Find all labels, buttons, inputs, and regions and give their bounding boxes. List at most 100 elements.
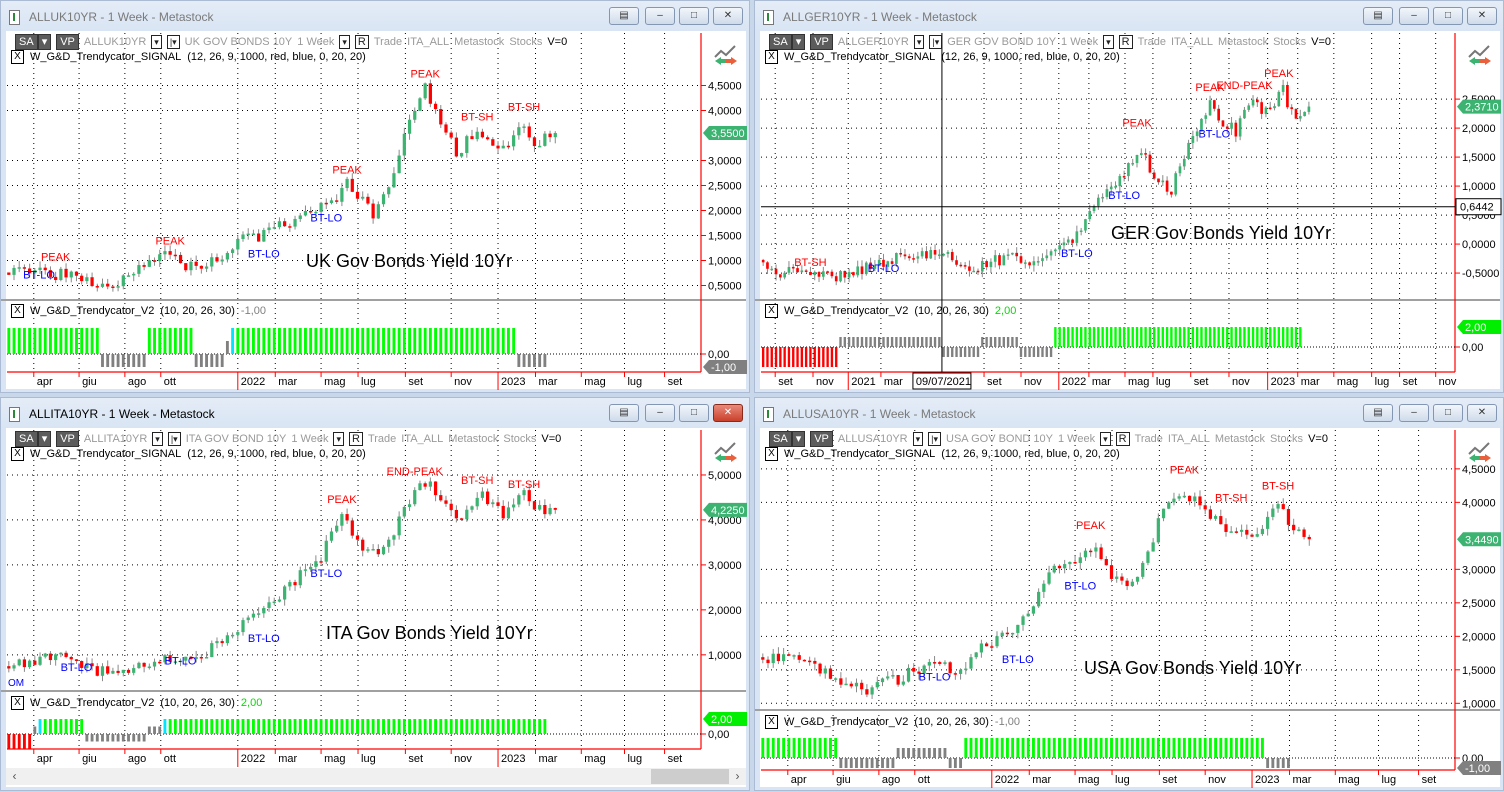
trend-bar [865, 337, 868, 347]
scroll-right-icon[interactable]: › [729, 768, 746, 785]
period-label[interactable]: 1 Week [297, 36, 334, 48]
trend-bar [38, 328, 42, 354]
bar-dropdown-icon[interactable]: |▾ [928, 432, 942, 446]
candle-body [1002, 255, 1006, 266]
trend-bar [17, 328, 21, 354]
candle-body [1219, 516, 1223, 525]
chart-type-icon[interactable] [1467, 440, 1493, 462]
trend-bar [267, 719, 271, 734]
trend-bar [361, 719, 365, 734]
r-dropdown-button[interactable]: R [348, 432, 363, 446]
sa-button[interactable]: SA [15, 431, 38, 447]
scroll-left-icon[interactable]: ‹ [6, 768, 23, 785]
bar-dropdown-icon[interactable]: |▾ [166, 35, 180, 49]
vp-button[interactable]: VP [56, 431, 79, 447]
trend-bar [189, 328, 193, 354]
period-dropdown-icon[interactable]: ▾ [1103, 35, 1114, 49]
period-label[interactable]: 1 Week [1058, 433, 1095, 445]
period-label[interactable]: 1 Week [291, 433, 328, 445]
candle-body [860, 682, 864, 690]
symbol-label[interactable]: ALLUSA10YR [838, 433, 908, 445]
sa-button[interactable]: SA [15, 34, 38, 50]
candle-body [158, 254, 162, 262]
date-label: ago [128, 376, 146, 388]
remove-indicator-button[interactable]: X [11, 50, 24, 64]
candle-body [95, 666, 99, 676]
period-dropdown-icon[interactable]: ▾ [339, 35, 350, 49]
horizontal-scrollbar[interactable]: ‹ › [6, 768, 746, 785]
symbol-dropdown-icon[interactable]: ▾ [912, 432, 924, 446]
symbol-dropdown-icon[interactable]: ▾ [152, 432, 163, 446]
candle-body [220, 641, 224, 644]
candle-body [1073, 562, 1077, 564]
vp-button[interactable]: VP [810, 34, 833, 50]
sa-dropdown-icon[interactable]: ▾ [791, 431, 806, 447]
candle-body [969, 657, 973, 669]
r-dropdown-button[interactable]: R [1118, 35, 1133, 49]
price-tick-label: 3,0000 [1462, 564, 1496, 576]
chart-type-icon[interactable] [713, 43, 739, 65]
vp-button[interactable]: VP [810, 431, 833, 447]
trend-bar [293, 719, 297, 734]
trend-bar [912, 337, 915, 347]
symbol-dropdown-icon[interactable]: ▾ [151, 35, 162, 49]
trend-bar [1273, 327, 1276, 347]
date-label: set [1162, 774, 1177, 786]
sa-dropdown-icon[interactable]: ▾ [791, 34, 806, 50]
symbol-label[interactable]: ALLGER10YR [838, 36, 909, 48]
trend-bar [293, 328, 297, 354]
sa-button[interactable]: SA [769, 431, 792, 447]
bar-dropdown-icon[interactable]: |▾ [167, 432, 181, 446]
symbol-label[interactable]: ALLITA10YR [84, 433, 147, 445]
sa-dropdown-icon[interactable]: ▾ [37, 431, 52, 447]
period-dropdown-icon[interactable]: ▾ [333, 432, 344, 446]
candle-body [366, 549, 370, 551]
remove-indicator-button[interactable]: X [765, 304, 778, 318]
period-label[interactable]: 1 Week [1061, 36, 1098, 48]
trend-bar [153, 328, 156, 354]
trend-bar [371, 328, 375, 354]
candle-body [927, 662, 931, 666]
candle-body [854, 682, 859, 687]
remove-indicator-button[interactable]: X [765, 50, 778, 64]
trend-bar [951, 347, 954, 357]
symbol-dropdown-icon[interactable]: ▾ [913, 35, 925, 49]
candle-body [787, 654, 791, 656]
candle-body [1191, 136, 1195, 143]
sa-dropdown-icon[interactable]: ▾ [37, 34, 52, 50]
candle-body [1120, 576, 1124, 581]
remove-indicator-button[interactable]: X [11, 447, 24, 461]
trend-bar [225, 341, 229, 354]
remove-indicator-button[interactable]: X [11, 696, 24, 710]
trend-bar [179, 719, 182, 734]
trend-bar [1269, 327, 1272, 347]
trend-bar [1036, 347, 1040, 357]
scroll-thumb[interactable] [651, 769, 729, 784]
indicator-params: (12, 26, 9, 1000, red, blue, 0, 20, 20) [187, 51, 366, 63]
remove-indicator-button[interactable]: X [11, 304, 24, 318]
chart-type-icon[interactable] [713, 440, 739, 462]
symbol-label[interactable]: ALLUK10YR [84, 36, 146, 48]
candle-body [942, 253, 945, 256]
trend-bar [782, 738, 786, 758]
candle-body [230, 634, 235, 637]
r-dropdown-button[interactable]: R [354, 35, 369, 49]
trend-bar [319, 328, 323, 354]
r-dropdown-button[interactable]: R [1115, 432, 1130, 446]
signal-annotation: PEAK [155, 236, 185, 248]
sa-button[interactable]: SA [769, 34, 792, 50]
candle-body [267, 602, 271, 608]
trend-bar [121, 354, 125, 367]
vp-button[interactable]: VP [56, 34, 79, 50]
last-price-label: 3,5500 [711, 128, 745, 140]
trend-bar [533, 354, 536, 367]
price-tick-label: 1,0000 [1462, 181, 1496, 193]
candle-body [288, 226, 292, 228]
trend-bar [382, 328, 385, 354]
bar-dropdown-icon[interactable]: |▾ [929, 35, 943, 49]
remove-indicator-button[interactable]: X [765, 447, 778, 461]
period-dropdown-icon[interactable]: ▾ [1100, 432, 1111, 446]
remove-indicator-button[interactable]: X [765, 715, 778, 729]
chart-type-icon[interactable] [1467, 43, 1493, 65]
trend-bar [1271, 758, 1275, 768]
